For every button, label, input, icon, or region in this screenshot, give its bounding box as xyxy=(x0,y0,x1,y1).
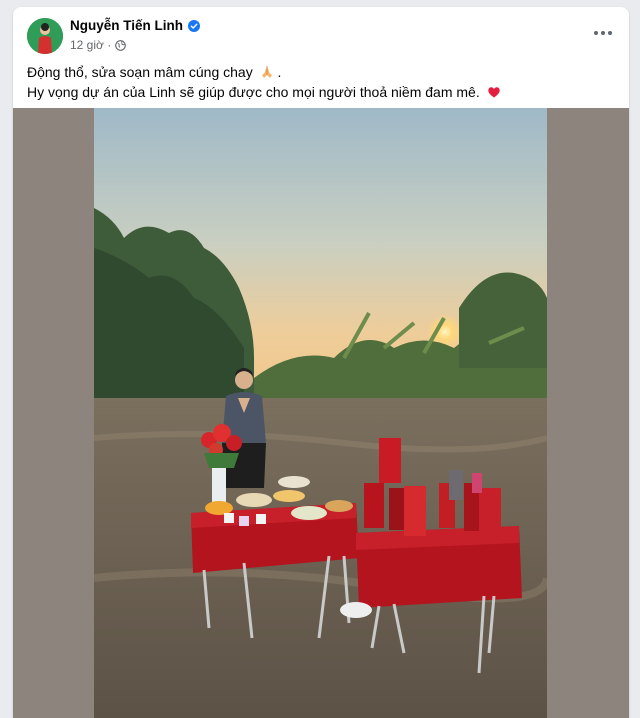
post-media xyxy=(13,108,629,718)
post-text-line-1: Động thổ, sửa soạn mâm cúng chay xyxy=(27,64,253,80)
ceremony-photo xyxy=(94,108,547,718)
author-name[interactable]: Nguyễn Tiến Linh xyxy=(70,18,183,33)
folded-hands-emoji xyxy=(261,66,272,78)
globe-icon[interactable] xyxy=(115,39,127,51)
avatar-image xyxy=(27,18,63,54)
more-options-icon[interactable] xyxy=(591,23,615,43)
post-text: Động thổ, sửa soạn mâm cúng chay . Hy vọ… xyxy=(27,62,617,102)
post-photo[interactable] xyxy=(94,108,547,718)
post-card: Nguyễn Tiến Linh 12 giờ · Động thổ, sửa … xyxy=(13,7,629,718)
red-heart-emoji xyxy=(487,87,500,98)
post-text-period: . xyxy=(277,64,282,80)
verified-badge-icon xyxy=(188,19,201,32)
post-timestamp[interactable]: 12 giờ · xyxy=(70,38,111,52)
author-avatar[interactable] xyxy=(27,18,63,54)
post-text-line-2: Hy vọng dự án của Linh sẽ giúp được cho … xyxy=(27,84,480,100)
